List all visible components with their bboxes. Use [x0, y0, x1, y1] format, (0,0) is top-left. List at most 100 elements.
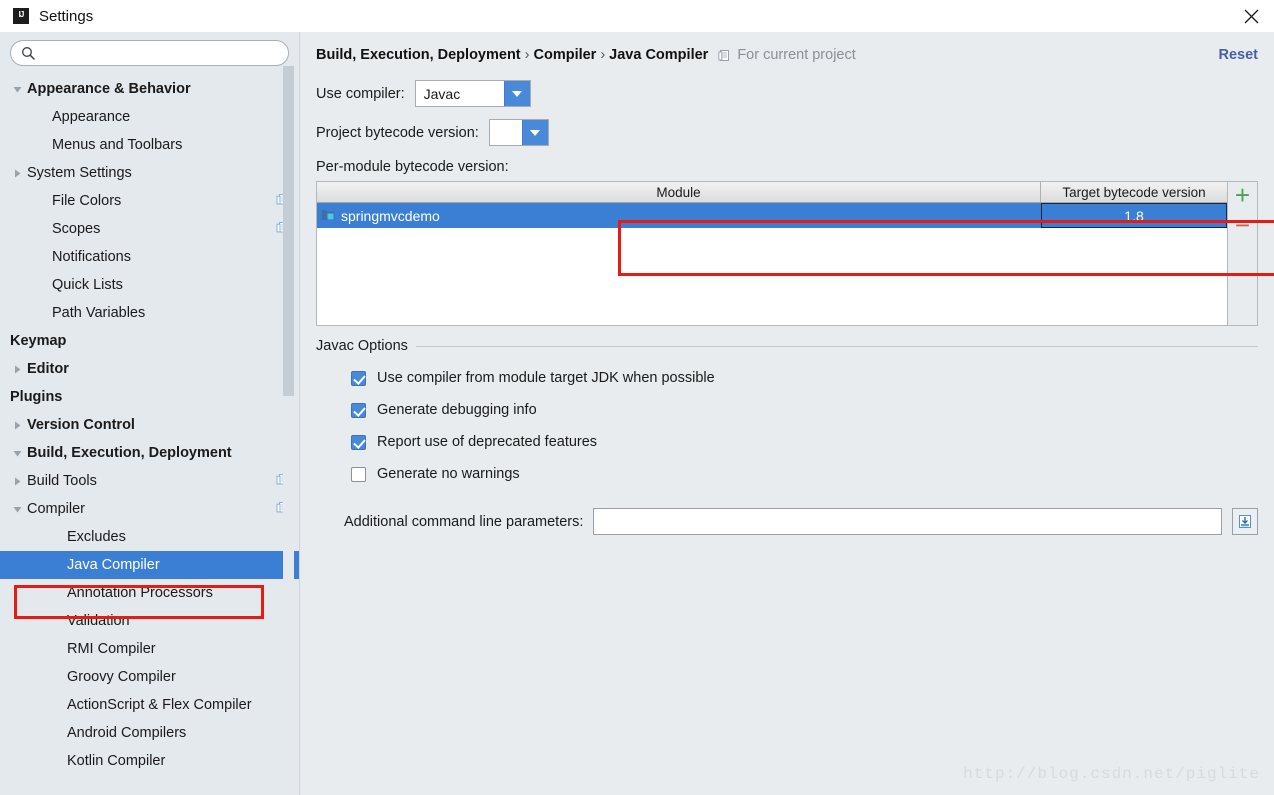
checkbox-row-generate-debugging-info[interactable]: Generate debugging info — [316, 402, 1258, 418]
table-body[interactable]: springmvcdemo 1.8 — [317, 203, 1227, 325]
additional-parameters-input[interactable] — [593, 508, 1222, 535]
javac-options-group: Javac Options Use compiler from module t… — [316, 338, 1258, 535]
sidebar-item-rmi-compiler[interactable]: RMI Compiler — [0, 635, 299, 663]
chevron-down-icon[interactable] — [10, 82, 24, 96]
additional-parameters-row: Additional command line parameters: — [316, 508, 1258, 535]
chevron-down-icon[interactable] — [503, 81, 530, 106]
group-divider — [415, 345, 1258, 347]
sidebar-item-compiler[interactable]: Compiler — [0, 495, 299, 523]
window-title-bar: IJ Settings — [0, 0, 1274, 32]
table-row[interactable]: springmvcdemo 1.8 — [317, 203, 1227, 228]
checkbox-generate-debugging-info[interactable] — [351, 402, 366, 418]
sidebar-item-keymap[interactable]: Keymap — [0, 327, 299, 355]
project-bytecode-label: Project bytecode version: — [316, 124, 479, 141]
sidebar-item-version-control[interactable]: Version Control — [0, 411, 299, 439]
table-cell-module[interactable]: springmvcdemo — [317, 203, 1041, 228]
remove-module-button[interactable]: − — [1230, 212, 1256, 238]
project-bytecode-dropdown[interactable] — [488, 119, 549, 146]
sidebar-item-system-settings[interactable]: System Settings — [0, 159, 299, 187]
sidebar-item-label: Quick Lists — [52, 277, 123, 293]
sidebar-item-scopes[interactable]: Scopes — [0, 215, 299, 243]
sidebar-item-actionscript-flex-compiler[interactable]: ActionScript & Flex Compiler — [0, 691, 299, 719]
checkbox-label: Generate debugging info — [377, 402, 537, 418]
breadcrumb-separator-2: › — [600, 47, 606, 63]
close-icon[interactable] — [1228, 0, 1274, 32]
checkbox-label: Use compiler from module target JDK when… — [377, 370, 715, 386]
checkbox-row-use-compiler-from-module-target-jdk-when-possible[interactable]: Use compiler from module target JDK when… — [316, 370, 1258, 386]
sidebar-item-build-execution-deployment[interactable]: Build, Execution, Deployment — [0, 439, 299, 467]
sidebar-item-build-tools[interactable]: Build Tools — [0, 467, 299, 495]
sidebar-item-label: Version Control — [27, 417, 135, 433]
use-compiler-dropdown[interactable]: Javac — [414, 80, 531, 107]
sidebar-item-label: Appearance — [52, 109, 131, 125]
sidebar-item-java-compiler[interactable]: Java Compiler — [0, 551, 299, 579]
breadcrumb-part-1[interactable]: Build, Execution, Deployment — [316, 47, 521, 63]
breadcrumb-part-2[interactable]: Compiler — [533, 47, 596, 63]
sidebar-item-notifications[interactable]: Notifications — [0, 243, 299, 271]
scope-note: For current project — [718, 47, 856, 63]
chevron-right-icon[interactable] — [10, 474, 24, 488]
sidebar-item-quick-lists[interactable]: Quick Lists — [0, 271, 299, 299]
sidebar-item-annotation-processors[interactable]: Annotation Processors — [0, 579, 299, 607]
checkbox-report-use-of-deprecated-features[interactable] — [351, 434, 366, 450]
scope-note-text: For current project — [737, 47, 856, 63]
per-module-bytecode-table[interactable]: Module Target bytecode version springmvc… — [316, 181, 1258, 326]
sidebar-item-path-variables[interactable]: Path Variables — [0, 299, 299, 327]
table-cell-target-bytecode-version[interactable]: 1.8 — [1041, 203, 1227, 228]
sidebar-item-appearance[interactable]: Appearance — [0, 103, 299, 131]
sidebar-item-label: Groovy Compiler — [67, 669, 176, 685]
chevron-down-icon[interactable] — [10, 446, 24, 460]
settings-tree[interactable]: Appearance & Behavior Appearance Menus and… — [0, 72, 299, 775]
sidebar-item-plugins[interactable]: Plugins — [0, 383, 299, 411]
sidebar-scrollbar-thumb[interactable] — [283, 66, 294, 396]
sidebar-item-label: Validation — [67, 613, 130, 629]
chevron-down-icon[interactable] — [521, 120, 548, 145]
checkbox-use-compiler-from-module-target-jdk-when-possible[interactable] — [351, 370, 366, 386]
breadcrumb: Build, Execution, Deployment › Compiler › Ja… — [316, 47, 708, 63]
sidebar-item-label: Android Compilers — [67, 725, 187, 741]
chevron-right-icon[interactable] — [10, 362, 24, 376]
sidebar-item-label: Plugins — [10, 389, 63, 405]
sidebar-item-menus-and-toolbars[interactable]: Menus and Toolbars — [0, 131, 299, 159]
checkbox-row-report-use-of-deprecated-features[interactable]: Report use of deprecated features — [316, 434, 1258, 450]
search-row — [0, 32, 299, 72]
sidebar-item-android-compilers[interactable]: Android Compilers — [0, 719, 299, 747]
window-title: Settings — [39, 7, 94, 25]
sidebar-item-kotlin-compiler[interactable]: Kotlin Compiler — [0, 747, 299, 775]
sidebar-item-file-colors[interactable]: File Colors — [0, 187, 299, 215]
settings-sidebar[interactable]: Appearance & Behavior Appearance Menus and… — [0, 32, 300, 795]
expand-editor-icon[interactable] — [1232, 508, 1258, 535]
sidebar-item-validation[interactable]: Validation — [0, 607, 299, 635]
chevron-down-icon[interactable] — [10, 502, 24, 516]
sidebar-item-label: Compiler — [27, 501, 86, 517]
table-header-target[interactable]: Target bytecode version — [1041, 182, 1227, 202]
checkbox-row-generate-no-warnings[interactable]: Generate no warnings — [316, 466, 1258, 482]
checkbox-label: Report use of deprecated features — [377, 434, 598, 450]
breadcrumb-part-3[interactable]: Java Compiler — [609, 47, 708, 63]
table-header-module[interactable]: Module — [317, 182, 1041, 202]
sidebar-item-excludes[interactable]: Excludes — [0, 523, 299, 551]
sidebar-item-appearance-behavior[interactable]: Appearance & Behavior — [0, 75, 299, 103]
sidebar-scrollbar-track[interactable] — [283, 66, 294, 795]
table-side-toolbar: + − — [1227, 182, 1257, 325]
checkbox-generate-no-warnings[interactable] — [351, 466, 366, 482]
sidebar-item-label: Keymap — [10, 333, 67, 349]
checkbox-label: Generate no warnings — [377, 466, 520, 482]
use-compiler-value: Javac — [423, 85, 461, 102]
sidebar-item-groovy-compiler[interactable]: Groovy Compiler — [0, 663, 299, 691]
sidebar-item-label: File Colors — [52, 193, 122, 209]
per-module-bytecode-label: Per-module bytecode version: — [316, 159, 509, 175]
project-bytecode-value — [490, 120, 522, 145]
add-module-button[interactable]: + — [1230, 182, 1256, 208]
chevron-right-icon[interactable] — [10, 166, 24, 180]
use-compiler-label: Use compiler: — [316, 85, 405, 102]
chevron-right-icon[interactable] — [10, 418, 24, 432]
sidebar-item-editor[interactable]: Editor — [0, 355, 299, 383]
reset-link[interactable]: Reset — [1219, 47, 1259, 63]
search-input[interactable] — [41, 44, 278, 62]
sidebar-item-label: Java Compiler — [67, 557, 160, 573]
sidebar-item-label: System Settings — [27, 165, 132, 181]
javac-options-legend: Javac Options — [316, 338, 408, 354]
breadcrumb-row: Build, Execution, Deployment › Compiler › Ja… — [316, 32, 1258, 68]
search-box[interactable] — [10, 40, 289, 66]
